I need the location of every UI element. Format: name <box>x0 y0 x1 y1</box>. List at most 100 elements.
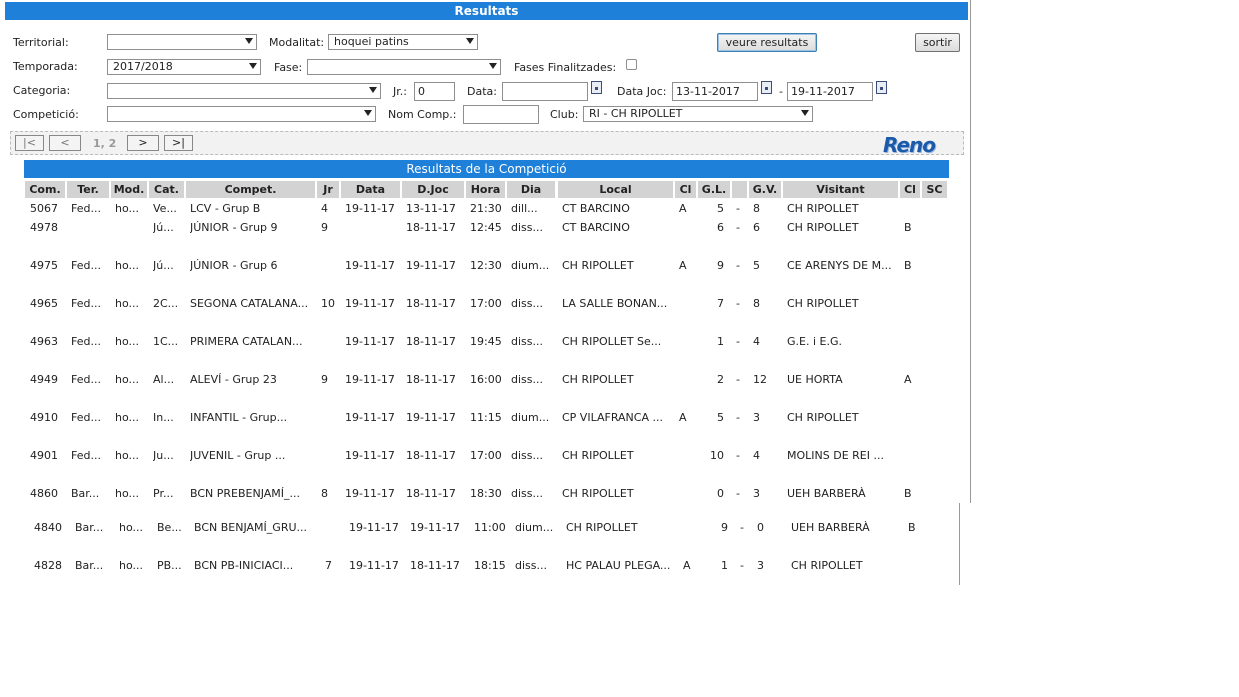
column-header-gl[interactable]: G.L. <box>698 181 730 198</box>
cell-hora: 12:45 <box>470 221 502 234</box>
column-header-sep[interactable] <box>732 181 747 198</box>
cell-djoc: 19-11-17 <box>410 521 460 534</box>
column-header-jr[interactable]: Jr <box>317 181 339 198</box>
cell-gl: 5 <box>717 202 724 215</box>
cell-data: 19-11-17 <box>349 559 399 572</box>
cell-dia: dium... <box>511 259 550 272</box>
cell-gl: 2 <box>717 373 724 386</box>
cell-local: CH RIPOLLET <box>566 521 638 534</box>
cell-gl: 7 <box>717 297 724 310</box>
cell-local: CP VILAFRANCA ... <box>562 411 663 424</box>
cell-cat: Ve... <box>153 202 177 215</box>
cell-hora: 21:30 <box>470 202 502 215</box>
fases-finalitzades-checkbox[interactable] <box>626 59 637 70</box>
column-header-sc[interactable]: SC <box>922 181 947 198</box>
sortir-button[interactable]: sortir <box>915 33 960 52</box>
cell-sep: - <box>736 297 740 310</box>
cell-dia: dill... <box>511 202 538 215</box>
fase-select[interactable] <box>307 59 501 75</box>
first-page-button[interactable]: |< <box>15 135 44 151</box>
cell-compet: JÚNIOR - Grup 9 <box>190 221 278 234</box>
data-joc-from-input[interactable]: 13-11-2017 <box>672 82 758 101</box>
cell-mod: ho... <box>115 411 139 424</box>
cell-jr: 10 <box>321 297 335 310</box>
cell-compet: INFANTIL - Grup... <box>190 411 288 424</box>
cell-compet: PRIMERA CATALAN... <box>190 335 303 348</box>
cell-visitant: CH RIPOLLET <box>787 297 859 310</box>
cell-dia: dium... <box>511 411 550 424</box>
veure-resultats-button[interactable]: veure resultats <box>717 33 817 52</box>
chevron-down-icon <box>489 63 497 69</box>
cell-compet: JÚNIOR - Grup 6 <box>190 259 278 272</box>
column-header-cl2[interactable]: Cl <box>900 181 920 198</box>
column-header-djoc[interactable]: D.Joc <box>402 181 464 198</box>
page-numbers[interactable]: 1, 2 <box>93 137 116 150</box>
cell-local: CH RIPOLLET <box>562 373 634 386</box>
cell-cat: 2C... <box>153 297 179 310</box>
cell-gl: 9 <box>721 521 728 534</box>
categoria-select[interactable] <box>107 83 381 99</box>
cell-cl2: B <box>908 521 916 534</box>
prev-page-button[interactable]: < <box>49 135 81 151</box>
cell-gv: 8 <box>753 297 760 310</box>
column-header-com[interactable]: Com. <box>25 181 65 198</box>
cell-visitant: CE ARENYS DE M... <box>787 259 892 272</box>
column-header-dia[interactable]: Dia <box>507 181 555 198</box>
nom-comp-input[interactable] <box>463 105 539 124</box>
cell-data: 19-11-17 <box>349 521 399 534</box>
chevron-down-icon <box>364 110 372 116</box>
cell-ter: Fed... <box>71 411 101 424</box>
data-input[interactable] <box>502 82 588 101</box>
club-select[interactable]: RI - CH RIPOLLET <box>583 106 813 122</box>
cell-dia: diss... <box>515 559 547 572</box>
column-header-local[interactable]: Local <box>558 181 673 198</box>
cell-cat: 1C... <box>153 335 179 348</box>
cell-gl: 5 <box>717 411 724 424</box>
jr-input[interactable]: 0 <box>414 82 455 101</box>
last-page-button[interactable]: >| <box>164 135 193 151</box>
territorial-select[interactable] <box>107 34 257 50</box>
cell-com: 4963 <box>30 335 58 348</box>
cell-cat: Pr... <box>153 487 174 500</box>
cell-cl: A <box>679 259 687 272</box>
cell-cl: A <box>679 411 687 424</box>
column-header-cat[interactable]: Cat. <box>149 181 184 198</box>
calendar-icon[interactable] <box>876 81 887 94</box>
cell-cat: Al... <box>153 373 175 386</box>
cell-mod: ho... <box>115 373 139 386</box>
cell-gv: 4 <box>753 335 760 348</box>
calendar-icon[interactable] <box>591 81 602 94</box>
calendar-icon[interactable] <box>761 81 772 94</box>
modalitat-select[interactable]: hoquei patins <box>328 34 478 50</box>
cell-visitant: UEH BARBERÀ <box>787 487 866 500</box>
column-header-hora[interactable]: Hora <box>466 181 505 198</box>
column-header-visitant[interactable]: Visitant <box>783 181 898 198</box>
cell-gv: 0 <box>757 521 764 534</box>
chevron-down-icon <box>801 110 809 116</box>
territorial-label: Territorial: <box>13 36 69 49</box>
column-header-mod[interactable]: Mod. <box>111 181 147 198</box>
temporada-select[interactable]: 2017/2018 <box>107 59 261 75</box>
cell-visitant: CH RIPOLLET <box>787 411 859 424</box>
column-header-ter[interactable]: Ter. <box>67 181 109 198</box>
pager-bar: |< < 1, 2 > >| Reno <box>10 131 964 157</box>
cell-data: 19-11-17 <box>345 449 395 462</box>
column-header-data[interactable]: Data <box>341 181 400 198</box>
cell-hora: 12:30 <box>470 259 502 272</box>
cell-jr: 8 <box>321 487 328 500</box>
data-joc-to-input[interactable]: 19-11-2017 <box>787 82 873 101</box>
cell-hora: 18:15 <box>474 559 506 572</box>
cell-hora: 18:30 <box>470 487 502 500</box>
next-page-button[interactable]: > <box>127 135 159 151</box>
column-header-gv[interactable]: G.V. <box>749 181 781 198</box>
competicio-select[interactable] <box>107 106 376 122</box>
column-header-compet[interactable]: Compet. <box>186 181 315 198</box>
cell-djoc: 18-11-17 <box>406 221 456 234</box>
cell-mod: ho... <box>115 487 139 500</box>
cell-compet: SEGONA CATALANA... <box>190 297 309 310</box>
cell-compet: BCN PB-INICIACI... <box>194 559 294 572</box>
cell-djoc: 18-11-17 <box>406 449 456 462</box>
column-header-cl[interactable]: Cl <box>675 181 696 198</box>
cell-cat: Ju... <box>153 449 174 462</box>
cell-gv: 3 <box>757 559 764 572</box>
